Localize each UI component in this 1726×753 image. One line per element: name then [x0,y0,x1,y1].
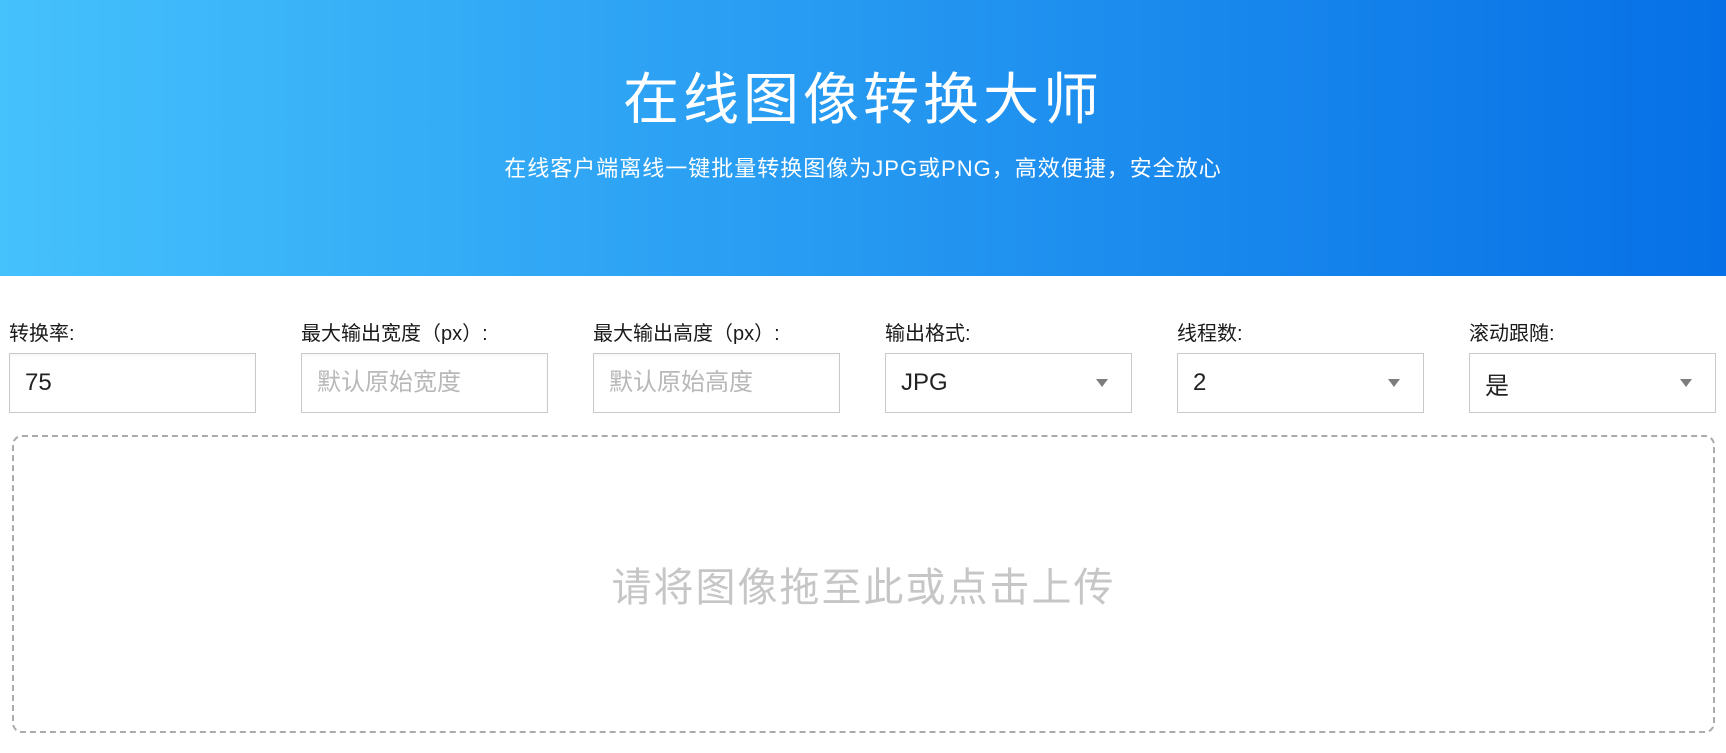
field-max-output-width: 最大输出宽度（px）: [301,322,548,413]
upload-dropzone[interactable]: 请将图像拖至此或点击上传 [12,435,1715,733]
chevron-down-icon [1388,379,1400,387]
settings-toolbar: 转换率: 最大输出宽度（px）: 最大输出高度（px）: 输出格式: JPG 线… [0,322,1726,413]
output-format-label: 输出格式: [885,322,1132,346]
field-conversion-quality: 转换率: [9,322,256,413]
thread-count-label: 线程数: [1177,322,1424,346]
field-max-output-height: 最大输出高度（px）: [593,322,840,413]
chevron-down-icon [1096,379,1108,387]
conversion-quality-label: 转换率: [9,322,256,346]
page-subtitle: 在线客户端离线一键批量转换图像为JPG或PNG，高效便捷，安全放心 [0,158,1726,180]
header-banner: 在线图像转换大师 在线客户端离线一键批量转换图像为JPG或PNG，高效便捷，安全… [0,0,1726,276]
upload-hint-text: 请将图像拖至此或点击上传 [612,555,1116,613]
scroll-follow-select[interactable]: 是 [1469,353,1716,413]
field-output-format: 输出格式: JPG [885,322,1132,413]
max-output-height-input[interactable] [593,353,840,413]
conversion-quality-input[interactable] [9,353,256,413]
field-scroll-follow: 滚动跟随: 是 [1469,322,1716,413]
max-output-height-label: 最大输出高度（px）: [593,322,840,346]
thread-count-select[interactable]: 2 [1177,353,1424,413]
scroll-follow-label: 滚动跟随: [1469,322,1716,346]
thread-count-value: 2 [1193,369,1206,397]
chevron-down-icon [1680,379,1692,387]
max-output-width-input[interactable] [301,353,548,413]
output-format-select[interactable]: JPG [885,353,1132,413]
output-format-value: JPG [901,369,948,397]
field-thread-count: 线程数: 2 [1177,322,1424,413]
max-output-width-label: 最大输出宽度（px）: [301,322,548,346]
scroll-follow-value: 是 [1485,366,1509,401]
page-title: 在线图像转换大师 [0,72,1726,128]
